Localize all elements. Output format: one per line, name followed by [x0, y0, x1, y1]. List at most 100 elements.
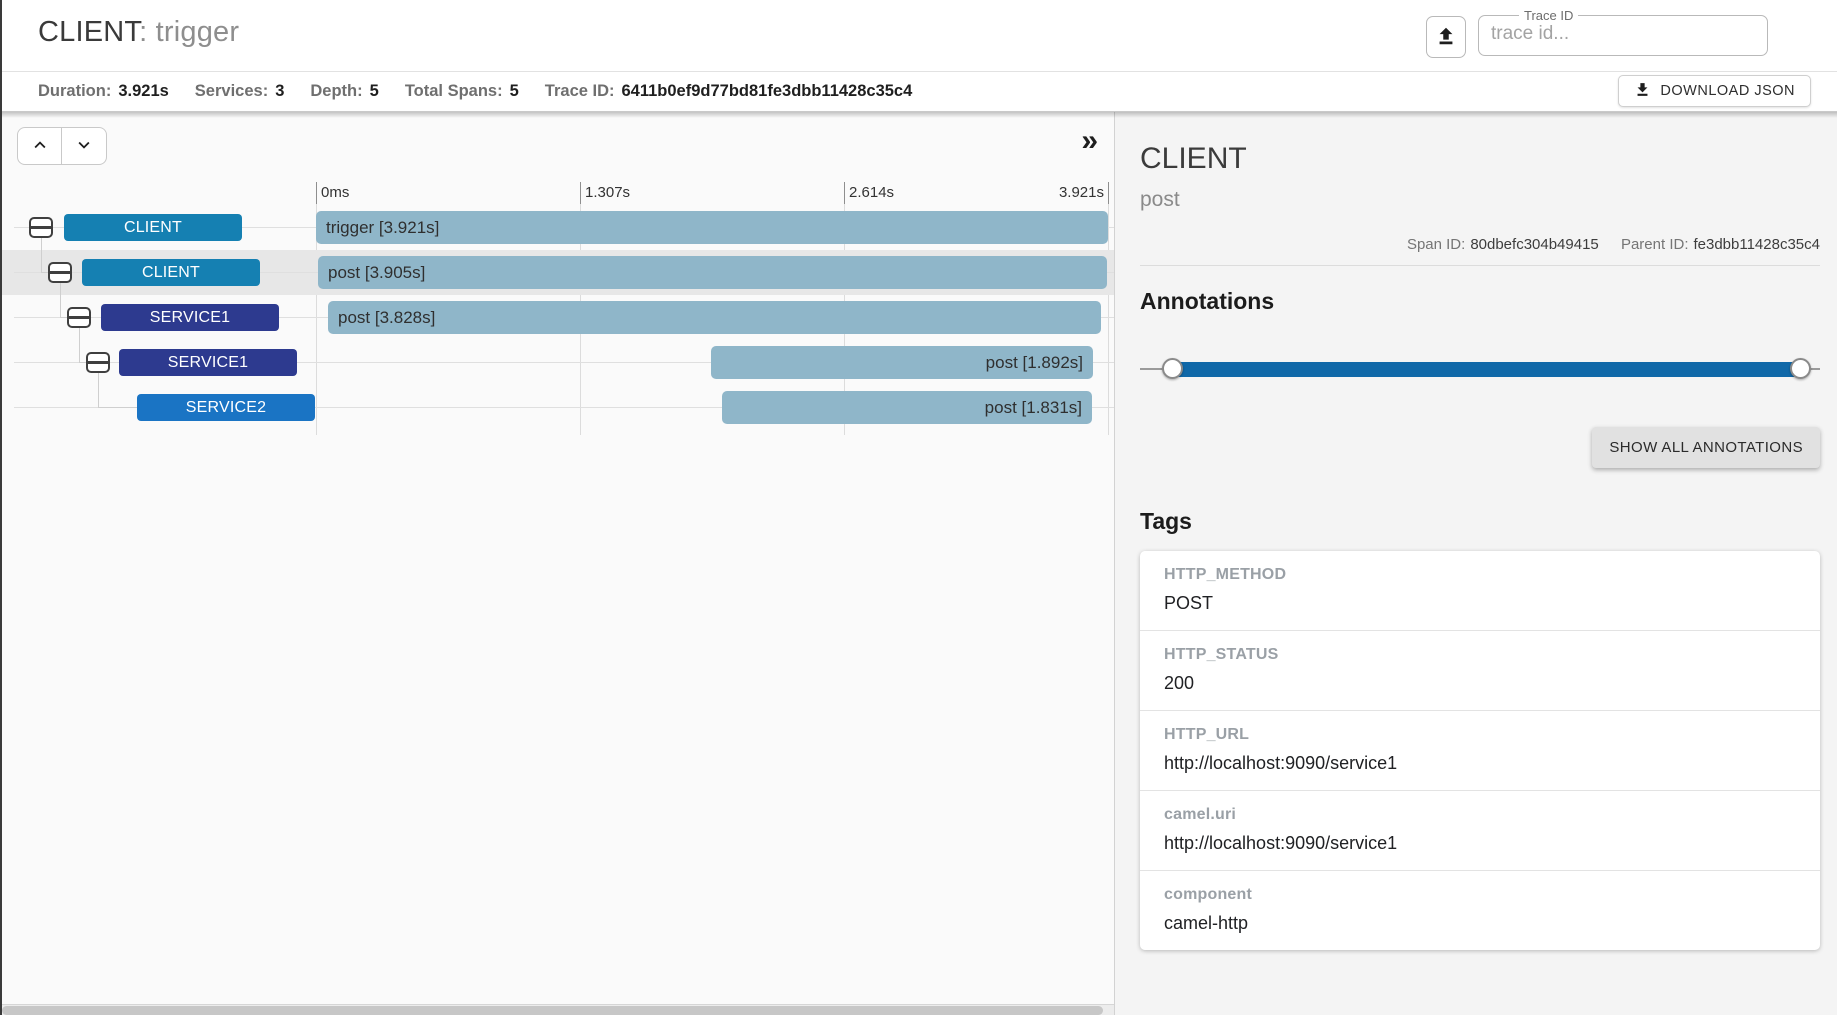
trace-id-label: Trace ID [1519, 8, 1578, 23]
timeline-tick-mark [844, 182, 845, 204]
collapse-icon[interactable] [29, 217, 53, 238]
tag-value: camel-http [1164, 913, 1796, 934]
annotations-actions: SHOW ALL ANNOTATIONS [1140, 427, 1820, 468]
timeline-tick-label: 2.614s [849, 184, 894, 201]
download-json-button[interactable]: DOWNLOAD JSON [1618, 75, 1811, 107]
parent-id-label: Parent ID: [1621, 236, 1689, 253]
scrollbar-thumb[interactable] [2, 1006, 1103, 1015]
stat-label: Total Spans: [405, 82, 503, 100]
service-badge[interactable]: CLIENT [64, 214, 242, 241]
trace-stats: Duration:3.921sServices:3Depth:5Total Sp… [38, 82, 938, 101]
stat-label: Services: [195, 82, 268, 100]
page-title-service: CLIENT [38, 16, 139, 48]
tree-connector-horizontal [98, 407, 137, 408]
page-title-separator: : [139, 16, 156, 48]
span-detail-panel: CLIENT post Span ID: 80dbefc304b49415 Par… [1115, 112, 1837, 1015]
trace-id-input[interactable] [1487, 23, 1759, 51]
tree-connector-horizontal [41, 272, 48, 273]
tag-row: camel.uri http://localhost:9090/service1 [1140, 790, 1820, 870]
timeline-tick-mark [1108, 182, 1109, 204]
stat-value: 3 [275, 82, 284, 100]
tag-row: component camel-http [1140, 870, 1820, 950]
top-header: CLIENT: trigger Trace ID [2, 0, 1837, 72]
tag-value: http://localhost:9090/service1 [1164, 833, 1796, 854]
tag-value: http://localhost:9090/service1 [1164, 753, 1796, 774]
stat-item: Services: 3 [195, 82, 285, 101]
tag-row: HTTP_METHOD POST [1140, 551, 1820, 630]
stat-item: Duration: 3.921s [38, 82, 169, 101]
tag-value: POST [1164, 593, 1796, 614]
annotations-heading: Annotations [1140, 288, 1820, 315]
timeline-grid-line [1108, 204, 1109, 435]
span-id-group: Span ID: 80dbefc304b49415 [1407, 236, 1599, 253]
chevron-down-icon [73, 134, 95, 159]
span-bar[interactable]: trigger [3.921s] [316, 211, 1108, 244]
stat-value: 6411b0ef9d77bd81fe3dbb11428c35c4 [622, 82, 913, 100]
parent-id-value: fe3dbb11428c35c4 [1693, 236, 1820, 253]
main-area: » 0ms 1.307s 2.614s 3.921s CLIENT trigger [3.… [2, 112, 1837, 1015]
span-id-value: 80dbefc304b49415 [1470, 236, 1598, 253]
trace-stats-bar: Duration:3.921sServices:3Depth:5Total Sp… [2, 72, 1837, 112]
collapse-icon[interactable] [48, 262, 72, 283]
upload-trace-button[interactable] [1426, 16, 1466, 58]
show-all-annotations-button[interactable]: SHOW ALL ANNOTATIONS [1592, 427, 1820, 468]
detail-service-name: CLIENT [1140, 142, 1820, 176]
collapse-icon[interactable] [67, 307, 91, 328]
stat-item: Depth: 5 [310, 82, 378, 101]
tree-connector-horizontal [79, 362, 86, 363]
page-title: CLIENT: trigger [38, 16, 239, 49]
detail-span-name: post [1140, 188, 1820, 212]
tag-key: HTTP_STATUS [1164, 646, 1796, 664]
download-json-label: DOWNLOAD JSON [1660, 83, 1795, 99]
span-bar[interactable]: post [1.831s] [722, 391, 1092, 424]
upload-icon [1435, 25, 1457, 50]
stat-label: Trace ID: [545, 82, 615, 100]
next-span-button[interactable] [62, 127, 107, 165]
tag-key: HTTP_METHOD [1164, 566, 1796, 584]
trace-id-fieldset: Trace ID [1478, 8, 1768, 56]
page-title-span: trigger [156, 16, 240, 48]
slider-handle-right[interactable] [1790, 358, 1811, 379]
tag-key: HTTP_URL [1164, 726, 1796, 744]
trace-timeline-panel: » 0ms 1.307s 2.614s 3.921s CLIENT trigger [3.… [2, 112, 1115, 1015]
timeline-tick-label: 3.921s [1034, 184, 1104, 201]
stat-value: 5 [370, 82, 379, 100]
tag-key: camel.uri [1164, 806, 1796, 824]
stat-value: 5 [510, 82, 519, 100]
stat-value: 3.921s [118, 82, 168, 100]
chevron-up-icon [29, 134, 51, 159]
download-icon [1634, 81, 1651, 102]
parent-id-group: Parent ID:fe3dbb11428c35c4 [1621, 236, 1820, 253]
timeline-tick-label: 1.307s [585, 184, 630, 201]
annotations-range-slider [1140, 357, 1820, 381]
span-ids-row: Span ID: 80dbefc304b49415 Parent ID:fe3db… [1140, 236, 1820, 253]
span-bar[interactable]: post [3.828s] [328, 301, 1101, 334]
span-bar[interactable]: post [1.892s] [711, 346, 1093, 379]
detail-divider [1140, 265, 1820, 266]
stat-label: Duration: [38, 82, 111, 100]
timeline-tick-label: 0ms [321, 184, 349, 201]
stat-item: Total Spans: 5 [405, 82, 519, 101]
tag-key: component [1164, 886, 1796, 904]
slider-fill [1170, 362, 1803, 377]
service-badge[interactable]: SERVICE1 [119, 349, 297, 376]
service-badge[interactable]: CLIENT [82, 259, 260, 286]
collapse-icon[interactable] [86, 352, 110, 373]
timeline-tick-mark [580, 182, 581, 204]
tags-card: HTTP_METHOD POST HTTP_STATUS 200 HTTP_URLhtt… [1140, 551, 1820, 950]
tag-value: 200 [1164, 673, 1796, 694]
tags-heading: Tags [1140, 508, 1820, 535]
prev-span-button[interactable] [17, 127, 62, 165]
tag-row: HTTP_STATUS 200 [1140, 630, 1820, 710]
stat-label: Depth: [310, 82, 362, 100]
span-bar[interactable]: post [3.905s] [318, 256, 1107, 289]
horizontal-scrollbar[interactable] [2, 1004, 1114, 1015]
slider-handle-left[interactable] [1162, 358, 1183, 379]
expand-panel-icon[interactable]: » [1081, 126, 1098, 156]
span-nav-group [17, 127, 107, 165]
timeline-tick-mark [316, 182, 317, 204]
stat-item: Trace ID: 6411b0ef9d77bd81fe3dbb11428c35c… [545, 82, 912, 101]
service-badge[interactable]: SERVICE2 [137, 394, 315, 421]
span-id-label: Span ID: [1407, 236, 1465, 253]
service-badge[interactable]: SERVICE1 [101, 304, 279, 331]
